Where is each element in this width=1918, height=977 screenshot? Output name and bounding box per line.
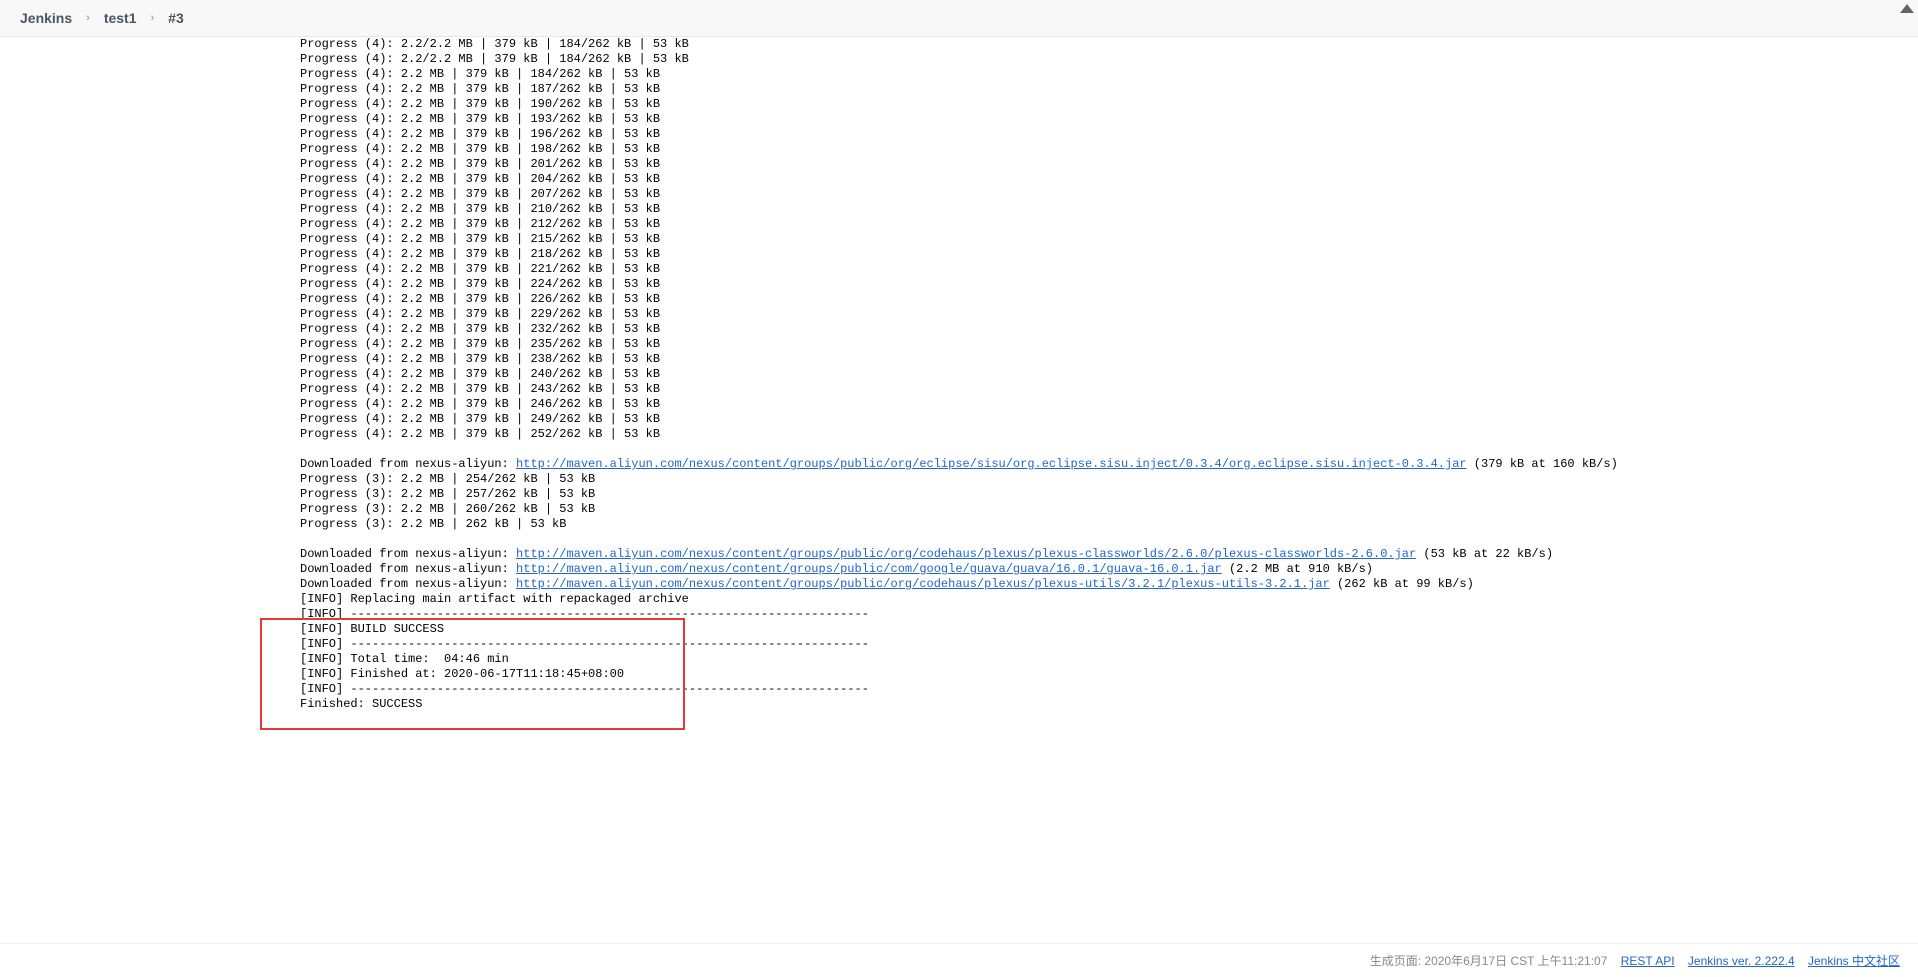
- footer-generated-label: 生成页面:: [1370, 954, 1421, 968]
- footer-rest-api-link[interactable]: REST API: [1621, 954, 1675, 968]
- footer-generated-time: 2020年6月17日 CST 上午11:21:07: [1424, 954, 1607, 968]
- breadcrumb-build[interactable]: #3: [168, 10, 184, 26]
- breadcrumb-root[interactable]: Jenkins: [20, 10, 72, 26]
- console-link[interactable]: http://maven.aliyun.com/nexus/content/gr…: [516, 547, 1416, 561]
- footer-community-link[interactable]: Jenkins 中文社区: [1808, 954, 1900, 968]
- console-output: Progress (4): 2.2/2.2 MB | 379 kB | 184/…: [0, 37, 1918, 742]
- chevron-right-icon: ›: [86, 12, 90, 24]
- console-link[interactable]: http://maven.aliyun.com/nexus/content/gr…: [516, 457, 1467, 471]
- breadcrumb: Jenkins › test1 › #3: [0, 0, 1918, 37]
- footer-version-link[interactable]: Jenkins ver. 2.222.4: [1688, 954, 1795, 968]
- breadcrumb-job[interactable]: test1: [104, 10, 137, 26]
- footer: 生成页面: 2020年6月17日 CST 上午11:21:07 REST API…: [0, 943, 1918, 977]
- console-link[interactable]: http://maven.aliyun.com/nexus/content/gr…: [516, 577, 1330, 591]
- chevron-right-icon: ›: [151, 12, 155, 24]
- console-link[interactable]: http://maven.aliyun.com/nexus/content/gr…: [516, 562, 1222, 576]
- scroll-up-icon[interactable]: [1900, 4, 1914, 13]
